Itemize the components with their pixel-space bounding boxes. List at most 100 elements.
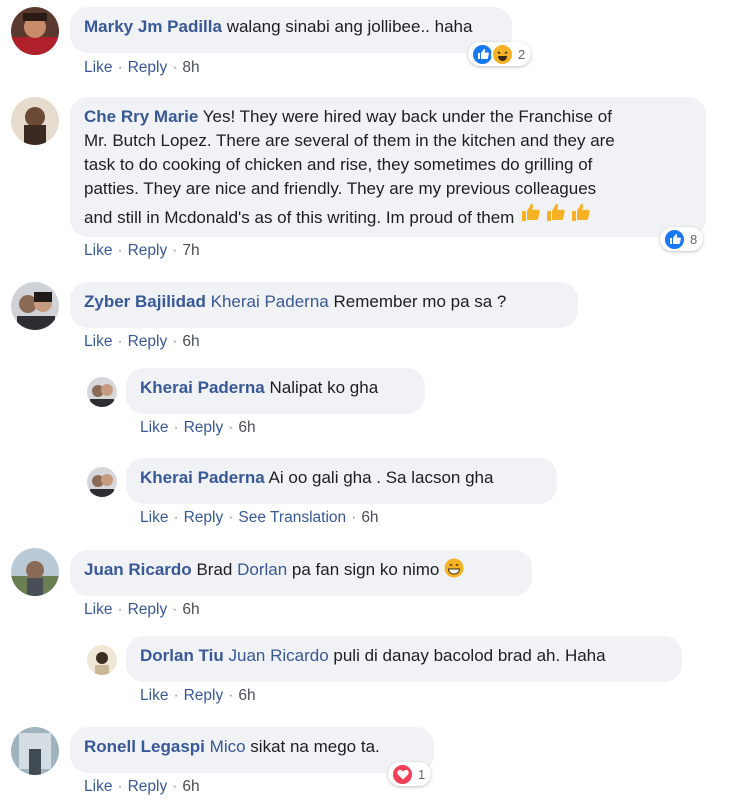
haha-icon [491, 42, 514, 66]
comment-text-line: and still in Mcdonald's as of this writi… [84, 208, 515, 227]
reply-button[interactable]: Reply [128, 59, 168, 76]
separator: · [172, 59, 178, 76]
separator: · [173, 509, 179, 526]
reaction-summary[interactable]: 1 [388, 762, 432, 786]
separator: · [173, 687, 179, 704]
like-icon [663, 227, 686, 251]
separator: · [117, 333, 123, 350]
avatar[interactable] [11, 548, 59, 596]
comment-text-line: Mr. Butch Lopez. There are several of th… [84, 131, 615, 150]
comment-author[interactable]: Dorlan Tiu [140, 646, 224, 665]
comment-author[interactable]: Marky Jm Padilla [84, 17, 222, 36]
comment-author[interactable]: Zyber Bajilidad [84, 292, 206, 311]
reply-button[interactable]: Reply [128, 333, 168, 350]
grin-icon [444, 558, 464, 585]
timestamp[interactable]: 6h [182, 601, 199, 618]
avatar[interactable] [11, 7, 59, 55]
comment-bubble: Juan Ricardo Brad Dorlan pa fan sign ko … [70, 550, 532, 596]
comment-bubble: Kherai Paderna Nalipat ko gha [126, 368, 425, 414]
like-button[interactable]: Like [84, 333, 112, 350]
reaction-count: 2 [518, 46, 526, 62]
comment-text: Ai oo gali gha . Sa lacson gha [268, 468, 494, 487]
separator: · [117, 242, 123, 259]
comment-text: puli di danay bacolod brad ah. Haha [333, 646, 606, 665]
comment-actions: Like · Reply · See Translation · 6h [140, 508, 379, 528]
comment-actions: Like · Reply · 6h [84, 600, 200, 620]
comment-text-line: task to do cooking of chicken and rise, … [84, 155, 593, 174]
avatar[interactable] [11, 97, 59, 145]
reply-button[interactable]: Reply [184, 687, 224, 704]
mention-link[interactable]: Dorlan [237, 560, 287, 579]
comment-text: walang sinabi ang jollibee.. haha [226, 17, 473, 36]
separator: · [172, 601, 178, 618]
love-icon [391, 762, 414, 786]
comment-text-pre: Brad [196, 560, 233, 579]
comment-text: Remember mo pa sa ? [333, 292, 507, 311]
mention-link[interactable]: Mico [210, 737, 246, 756]
like-button[interactable]: Like [140, 419, 168, 436]
separator: · [228, 687, 234, 704]
like-button[interactable]: Like [84, 242, 112, 259]
separator: · [173, 419, 179, 436]
separator: · [117, 59, 123, 76]
thumbs-up-icon [519, 201, 595, 230]
reaction-count: 8 [690, 231, 698, 247]
reply-button[interactable]: Reply [184, 419, 224, 436]
comment-bubble: Marky Jm Padilla walang sinabi ang jolli… [70, 7, 512, 53]
comment-actions: Like · Reply · 6h [84, 332, 200, 352]
like-button[interactable]: Like [140, 687, 168, 704]
comment-actions: Like · Reply · 7h [84, 241, 200, 261]
separator: · [172, 242, 178, 259]
avatar[interactable] [87, 467, 117, 497]
reply-button[interactable]: Reply [128, 778, 168, 795]
comment-text-line: Yes! They were hired way back under the … [202, 107, 612, 126]
separator: · [172, 333, 178, 350]
comment-author[interactable]: Ronell Legaspi [84, 737, 205, 756]
separator: · [351, 509, 357, 526]
comment-author[interactable]: Kherai Paderna [140, 378, 265, 397]
reaction-count: 1 [418, 766, 426, 782]
comment-bubble: Ronell Legaspi Mico sikat na mego ta. [70, 727, 434, 773]
reaction-summary[interactable]: 2 [468, 42, 532, 66]
comment-actions: Like · Reply · 6h [84, 777, 200, 797]
comment-text: pa fan sign ko nimo [291, 560, 440, 579]
like-button[interactable]: Like [84, 59, 112, 76]
comment-actions: Like · Reply · 8h [84, 58, 200, 78]
comment-actions: Like · Reply · 6h [140, 418, 256, 438]
avatar[interactable] [87, 377, 117, 407]
separator: · [228, 509, 234, 526]
reply-button[interactable]: Reply [184, 509, 224, 526]
timestamp[interactable]: 6h [361, 509, 378, 526]
avatar[interactable] [87, 645, 117, 675]
timestamp[interactable]: 6h [182, 333, 199, 350]
comment-actions: Like · Reply · 6h [140, 686, 256, 706]
reply-button[interactable]: Reply [128, 242, 168, 259]
separator: · [228, 419, 234, 436]
comment-bubble: Kherai Paderna Ai oo gali gha . Sa lacso… [126, 458, 557, 504]
mention-link[interactable]: Kherai Paderna [211, 292, 329, 311]
comment-author[interactable]: Che Rry Marie [84, 107, 198, 126]
timestamp[interactable]: 8h [182, 59, 199, 76]
like-button[interactable]: Like [140, 509, 168, 526]
timestamp[interactable]: 7h [182, 242, 199, 259]
separator: · [117, 778, 123, 795]
mention-link[interactable]: Juan Ricardo [228, 646, 328, 665]
see-translation-button[interactable]: See Translation [238, 509, 346, 526]
reply-button[interactable]: Reply [128, 601, 168, 618]
timestamp[interactable]: 6h [238, 419, 255, 436]
comment-author[interactable]: Juan Ricardo [84, 560, 192, 579]
avatar[interactable] [11, 727, 59, 775]
comment-text-line: patties. They are nice and friendly. The… [84, 179, 597, 198]
like-button[interactable]: Like [84, 601, 112, 618]
reaction-summary[interactable]: 8 [660, 227, 704, 251]
avatar[interactable] [11, 282, 59, 330]
timestamp[interactable]: 6h [182, 778, 199, 795]
comment-bubble: Che Rry Marie Yes! They were hired way b… [70, 97, 706, 237]
timestamp[interactable]: 6h [238, 687, 255, 704]
comment-text: sikat na mego ta. [250, 737, 380, 756]
like-button[interactable]: Like [84, 778, 112, 795]
comment-bubble: Dorlan Tiu Juan Ricardo puli di danay ba… [126, 636, 682, 682]
comment-text: Nalipat ko gha [269, 378, 379, 397]
comment-author[interactable]: Kherai Paderna [140, 468, 265, 487]
separator: · [172, 778, 178, 795]
